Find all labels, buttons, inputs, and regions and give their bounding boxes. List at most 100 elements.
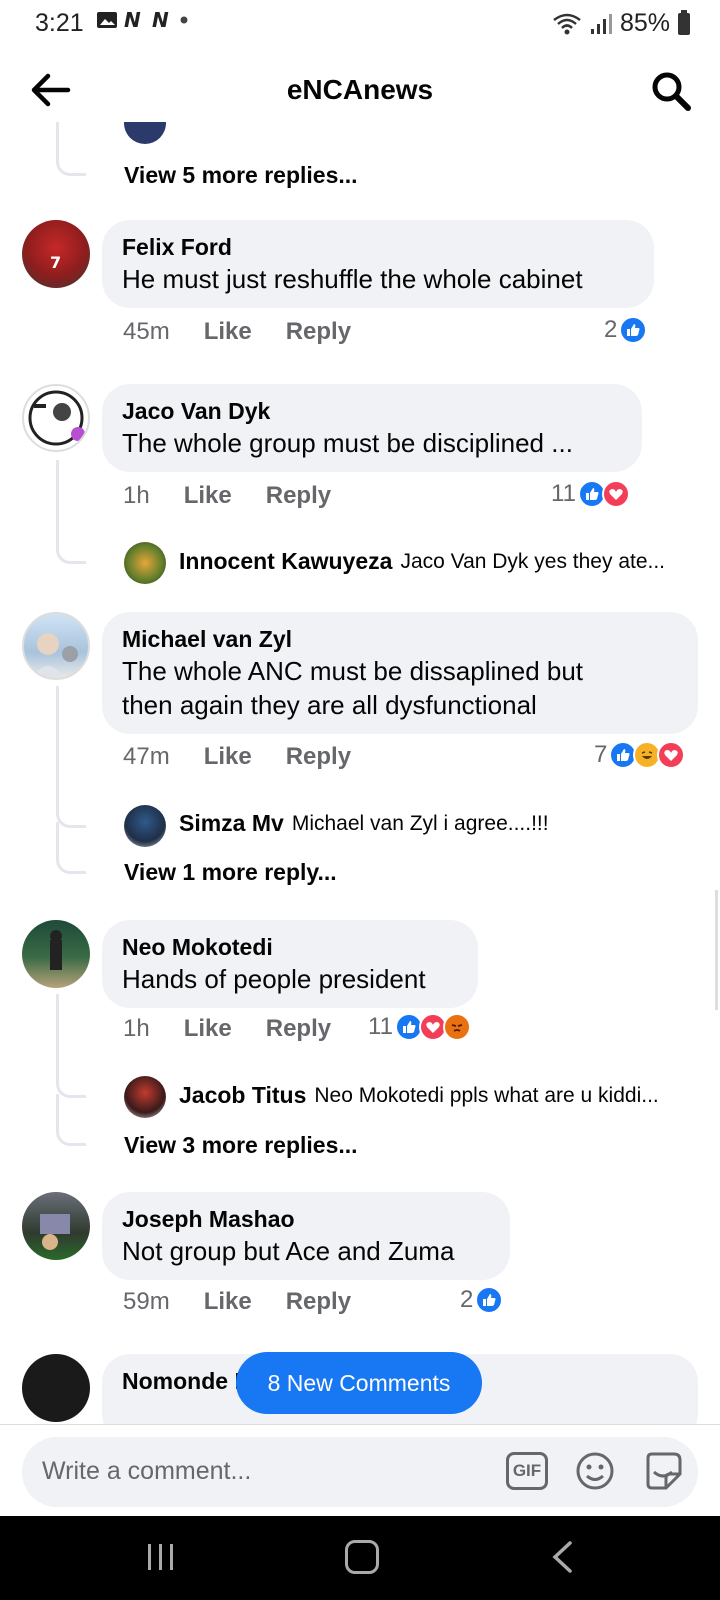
like-button[interactable]: Like — [204, 318, 252, 346]
view-more-replies-link[interactable]: View 5 more replies... — [124, 162, 358, 189]
love-reaction-icon — [601, 480, 630, 508]
avatar[interactable] — [124, 1076, 166, 1118]
avatar[interactable] — [22, 920, 90, 988]
thread-line — [56, 122, 86, 176]
like-reaction-icon — [619, 316, 648, 344]
reaction-count: 2 — [460, 1286, 474, 1313]
comment-bubble[interactable]: Felix Ford He must just reshuffle the wh… — [102, 220, 654, 308]
page-header: eNCAnews — [0, 60, 720, 122]
reaction-count: 11 — [551, 480, 576, 507]
avatar[interactable] — [22, 612, 90, 680]
reply-author[interactable]: Simza Mv — [179, 810, 284, 837]
comment-author[interactable]: Joseph Mashao — [122, 1204, 490, 1234]
comment-input-container[interactable]: Write a comment... GIF — [22, 1437, 698, 1507]
avatar[interactable] — [22, 1354, 90, 1422]
avatar[interactable] — [124, 542, 166, 584]
news-app-icon-2: N — [152, 10, 169, 30]
system-status: 85% — [552, 9, 690, 38]
comment-input[interactable]: Write a comment... — [42, 1457, 251, 1486]
reply-text: Michael van Zyl i agree....!!! — [291, 811, 549, 835]
comment-author[interactable]: Michael van Zyl — [122, 624, 678, 654]
reaction-summary[interactable]: 2 — [604, 316, 648, 344]
battery-icon — [678, 9, 690, 35]
like-button[interactable]: Like — [184, 482, 232, 510]
avatar-image — [50, 930, 62, 970]
like-button[interactable]: Like — [204, 1288, 252, 1316]
reply-author[interactable]: Jacob Titus — [179, 1082, 306, 1109]
like-reaction-icon — [475, 1286, 504, 1314]
love-reaction-icon — [657, 741, 686, 769]
recent-apps-icon[interactable] — [146, 1542, 176, 1572]
reaction-summary[interactable]: 11 — [368, 1013, 471, 1041]
comment-text-line-1: The whole ANC must be dissaplined but — [122, 656, 584, 686]
avatar[interactable]: 7 — [22, 220, 90, 288]
comment-time[interactable]: 1h — [123, 1015, 150, 1043]
reaction-count: 11 — [368, 1013, 393, 1040]
thread-line — [56, 994, 86, 1098]
scrollbar[interactable] — [715, 890, 718, 1010]
comment-time[interactable]: 47m — [123, 743, 170, 771]
comment-text: Hands of people president — [122, 964, 426, 994]
avatar[interactable] — [22, 384, 90, 452]
reaction-summary[interactable]: 11 — [551, 480, 630, 508]
avatar[interactable] — [22, 1192, 90, 1260]
notification-icons: N N — [96, 10, 188, 30]
reply-preview[interactable]: Innocent Kawuyeza Jaco Van Dyk yes they … — [179, 548, 665, 575]
comment-text: Not group but Ace and Zuma — [122, 1236, 455, 1266]
comment-time[interactable]: 45m — [123, 318, 170, 346]
search-icon[interactable] — [650, 70, 692, 112]
comment-time[interactable]: 1h — [123, 482, 150, 510]
comment-actions: 1h Like Reply — [123, 1015, 331, 1043]
sticker-icon[interactable] — [642, 1450, 684, 1492]
reply-button[interactable]: Reply — [286, 1288, 351, 1316]
comment-bubble[interactable]: Jaco Van Dyk The whole group must be dis… — [102, 384, 642, 472]
avatar-image — [28, 390, 85, 446]
view-more-replies-link[interactable]: View 3 more replies... — [124, 1132, 358, 1159]
gif-button[interactable]: GIF — [506, 1452, 548, 1490]
thread-line — [56, 1094, 86, 1146]
status-time: 3:21 — [35, 9, 84, 37]
comment-author[interactable]: Felix Ford — [122, 232, 634, 262]
view-more-replies-link[interactable]: View 1 more reply... — [124, 859, 337, 886]
comment-bubble[interactable]: Michael van Zyl The whole ANC must be di… — [102, 612, 698, 734]
angry-reaction-icon — [442, 1013, 471, 1041]
reply-author[interactable]: Innocent Kawuyeza — [179, 548, 392, 575]
comment-author[interactable]: Neo Mokotedi — [122, 932, 458, 962]
nav-back-icon[interactable] — [550, 1540, 574, 1574]
news-app-icon: N — [124, 10, 141, 30]
wifi-icon — [553, 13, 581, 34]
svg-text:N: N — [124, 10, 141, 30]
home-icon[interactable] — [345, 1540, 379, 1574]
like-button[interactable]: Like — [184, 1015, 232, 1043]
comment-bubble[interactable]: Neo Mokotedi Hands of people president — [102, 920, 478, 1008]
reply-preview[interactable]: Jacob Titus Neo Mokotedi ppls what are u… — [179, 1082, 659, 1109]
reply-preview[interactable]: Simza Mv Michael van Zyl i agree....!!! — [179, 810, 549, 837]
reply-button[interactable]: Reply — [286, 318, 351, 346]
page-title: eNCAnews — [286, 74, 434, 105]
reaction-summary[interactable]: 2 — [460, 1286, 504, 1314]
avatar-image: 7 — [50, 253, 61, 272]
status-bar: 3:21 N N 85% — [0, 0, 720, 46]
reply-text: Neo Mokotedi ppls what are u kiddi... — [314, 1083, 659, 1107]
comment-bubble[interactable]: Joseph Mashao Not group but Ace and Zuma — [102, 1192, 510, 1280]
emoji-icon[interactable] — [575, 1451, 615, 1491]
reply-button[interactable]: Reply — [266, 1015, 331, 1043]
comment-text: The whole group must be disciplined ... — [122, 428, 573, 458]
like-button[interactable]: Like — [204, 743, 252, 771]
comment-time[interactable]: 59m — [123, 1288, 170, 1316]
avatar[interactable] — [124, 805, 166, 847]
gallery-icon — [97, 12, 117, 28]
avatar[interactable] — [124, 122, 166, 144]
reply-button[interactable]: Reply — [266, 482, 331, 510]
thread-line — [56, 460, 86, 564]
svg-text:7: 7 — [50, 253, 61, 272]
reaction-summary[interactable]: 7 — [594, 741, 686, 769]
reply-text: Jaco Van Dyk yes they ate... — [400, 549, 666, 573]
new-comments-button[interactable]: 8 New Comments — [236, 1352, 482, 1414]
dot-icon — [180, 16, 188, 24]
comment-text: He must just reshuffle the whole cabinet — [122, 264, 583, 294]
reaction-count: 7 — [594, 741, 608, 768]
thread-line — [56, 822, 86, 874]
comment-author[interactable]: Jaco Van Dyk — [122, 396, 622, 426]
reply-button[interactable]: Reply — [286, 743, 351, 771]
